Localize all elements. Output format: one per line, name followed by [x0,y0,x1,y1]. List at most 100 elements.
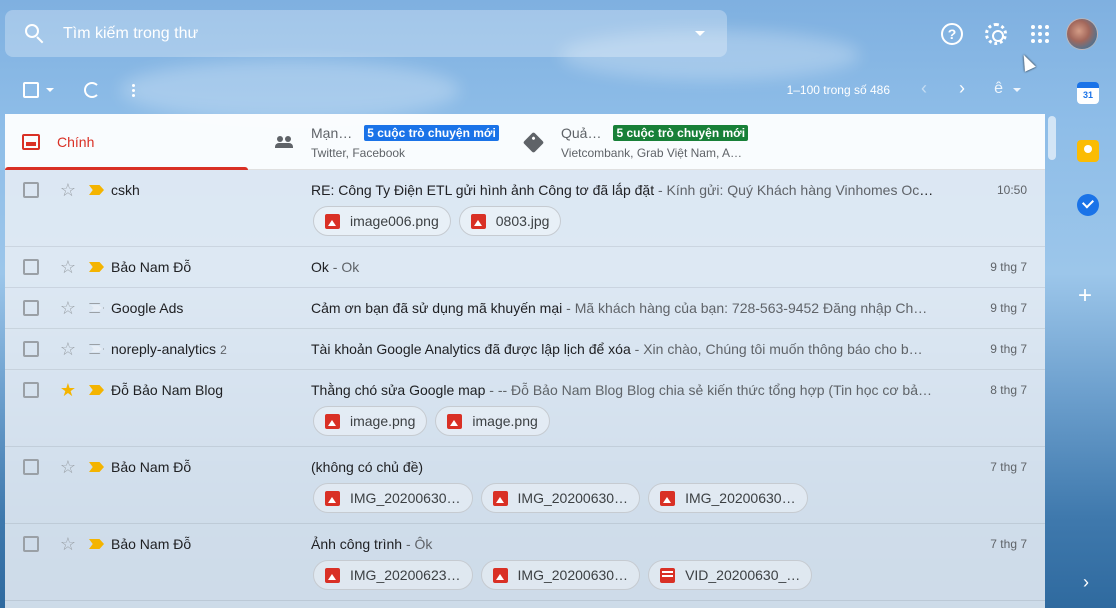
star-icon[interactable]: ★ [59,381,77,399]
image-file-icon [325,567,340,583]
attachment-chip[interactable]: IMG_20200630… [313,483,473,513]
mail-list: ☆ cskh RE: Công Ty Điện ETL gửi hình ảnh… [5,170,1045,608]
star-icon[interactable]: ☆ [59,458,77,476]
input-tools-caret-icon[interactable] [1013,88,1021,92]
help-icon: ? [941,23,963,45]
attachment-list: IMG_20200623… IMG_20200630… VID_20200630… [5,560,1045,600]
row-checkbox[interactable] [23,459,39,475]
calendar-icon[interactable]: 31 [1077,82,1099,104]
attachment-chip[interactable]: image006.png [313,206,451,236]
search-bar[interactable]: Tìm kiếm trong thư [5,10,727,57]
apps-button[interactable] [1018,16,1062,52]
sender-name: Bảo Nam Đỗ [111,536,192,552]
attachment-chip[interactable]: 0803.jpg [458,206,562,236]
search-options-caret-icon[interactable] [695,31,705,36]
image-file-icon [447,413,463,429]
attachment-list: IMG_20200630… IMG_20200630… IMG_20200630… [5,483,1045,523]
mail-row[interactable]: ★ Đỗ Bảo Nam Blog Thằng chó sửa Google m… [5,370,1045,447]
mail-row[interactable]: ☆ Bảo Nam Đỗ Ok - Ok 9 thg 7 [5,247,1045,288]
star-icon[interactable]: ☆ [59,299,77,317]
attachment-chip[interactable]: image.png [313,406,428,436]
row-checkbox[interactable] [23,382,39,398]
row-checkbox[interactable] [23,182,39,198]
row-checkbox[interactable] [23,300,39,316]
subject-line: Thằng chó sửa Google map - -- Đỗ Bảo Nam… [311,382,936,398]
mouse-cursor-icon [1018,52,1036,72]
email-snippet: - Ok [328,259,360,275]
important-marker-icon[interactable] [89,262,104,272]
keep-icon[interactable] [1077,140,1099,162]
star-icon[interactable]: ☆ [59,340,77,358]
tab-primary[interactable]: Chính [5,114,248,170]
tab-subtitle: Vietcombank, Grab Việt Nam, A… [561,145,742,160]
scrollbar[interactable] [1048,116,1056,160]
row-checkbox[interactable] [23,536,39,552]
sender-name: noreply-analytics 2 [111,341,227,357]
select-options-caret-icon[interactable] [46,88,54,92]
expand-panel-icon[interactable]: › [1083,572,1089,593]
new-conversations-badge: 5 cuộc trò chuyện mới [364,124,499,141]
attachment-chip[interactable]: image.png [435,406,550,436]
subject-line: (không có chủ đề) [311,459,936,475]
email-snippet: - Xin chào, Chúng tôi muốn thông báo cho… [630,341,923,357]
avatar[interactable] [1066,18,1098,50]
tab-promotions[interactable]: Quả… 5 cuộc trò chuyện mới Vietcombank, … [500,114,800,170]
video-file-icon [660,567,676,583]
attachment-chip[interactable]: IMG_20200630… [480,560,641,590]
sender-label: noreply-analytics [111,341,217,357]
important-marker-icon[interactable] [89,462,104,472]
row-checkbox[interactable] [23,259,39,275]
pagination-text: 1–100 trong số 486 [786,83,890,97]
important-marker-icon[interactable] [89,303,104,313]
email-subject: Tài khoản Google Analytics đã được lập l… [311,341,631,357]
select-all-checkbox[interactable] [23,82,39,98]
settings-button[interactable] [974,16,1018,52]
tab-social[interactable]: Mạn… 5 cuộc trò chuyện mới Twitter, Face… [248,114,500,170]
subject-line: Tài khoản Google Analytics đã được lập l… [311,341,936,357]
attachment-chip[interactable]: IMG_20200630… [480,483,641,513]
email-date: 9 thg 7 [990,301,1027,315]
attachment-chip[interactable]: IMG_20200623… [313,560,473,590]
attachment-name: IMG_20200630… [517,567,629,583]
mail-row[interactable]: ☆ Google Ads Cảm ơn bạn đã sử dụng mã kh… [5,288,1045,329]
email-snippet: - Ôk [402,536,433,552]
attachment-chip[interactable]: VID_20200630_… [648,560,813,590]
search-input[interactable]: Tìm kiếm trong thư [63,25,695,43]
row-checkbox[interactable] [23,341,39,357]
email-subject: Ok [311,259,329,275]
attachment-name: 0803.jpg [495,213,550,229]
mail-toolbar: 1–100 trong số 486 ‹ › ê [0,70,1045,110]
star-icon[interactable]: ☆ [59,258,77,276]
mail-row[interactable]: ☆ noreply-analytics 2 Tài khoản Google An… [5,329,1045,370]
attachment-name: IMG_20200630… [517,490,629,506]
older-page-icon[interactable]: › [959,78,965,99]
sender-name: Bảo Nam Đỗ [111,259,192,275]
attachment-name: image006.png [350,213,439,229]
important-marker-icon[interactable] [89,385,104,395]
mail-row[interactable]: ☆ Bảo Nam Đỗ Ảnh công trình - Ôk 7 thg 7… [5,524,1045,601]
email-subject: Ảnh công trình [311,536,403,552]
image-file-icon [325,213,340,229]
attachment-name: IMG_20200630… [685,490,796,506]
subject-line: Ảnh công trình - Ôk [311,536,936,552]
important-marker-icon[interactable] [89,344,104,354]
email-date: 7 thg 7 [990,460,1027,474]
mail-row[interactable]: ☆ Bảo Nam Đỗ (không có chủ đề) 7 thg 7 I… [5,447,1045,524]
refresh-icon[interactable] [84,82,100,98]
more-options-icon[interactable] [132,83,135,97]
attachment-chip[interactable]: IMG_20200630… [648,483,808,513]
mail-row[interactable]: ☆ cskh RE: Công Ty Điện ETL gửi hình ảnh… [5,170,1045,247]
image-file-icon [492,490,508,506]
search-icon[interactable] [25,23,45,44]
star-icon[interactable]: ☆ [59,535,77,553]
tasks-icon[interactable] [1077,194,1099,216]
help-button[interactable]: ? [930,16,974,52]
input-tools-icon[interactable]: ê [994,80,1003,98]
add-addon-icon[interactable]: + [1078,282,1092,310]
inbox-panel: Chính Mạn… 5 cuộc trò chuyện mới Twitter… [5,114,1045,608]
tab-label: Chính [57,134,95,150]
newer-page-icon[interactable]: ‹ [921,78,927,99]
star-icon[interactable]: ☆ [59,181,77,199]
important-marker-icon[interactable] [89,185,104,195]
important-marker-icon[interactable] [89,539,104,549]
